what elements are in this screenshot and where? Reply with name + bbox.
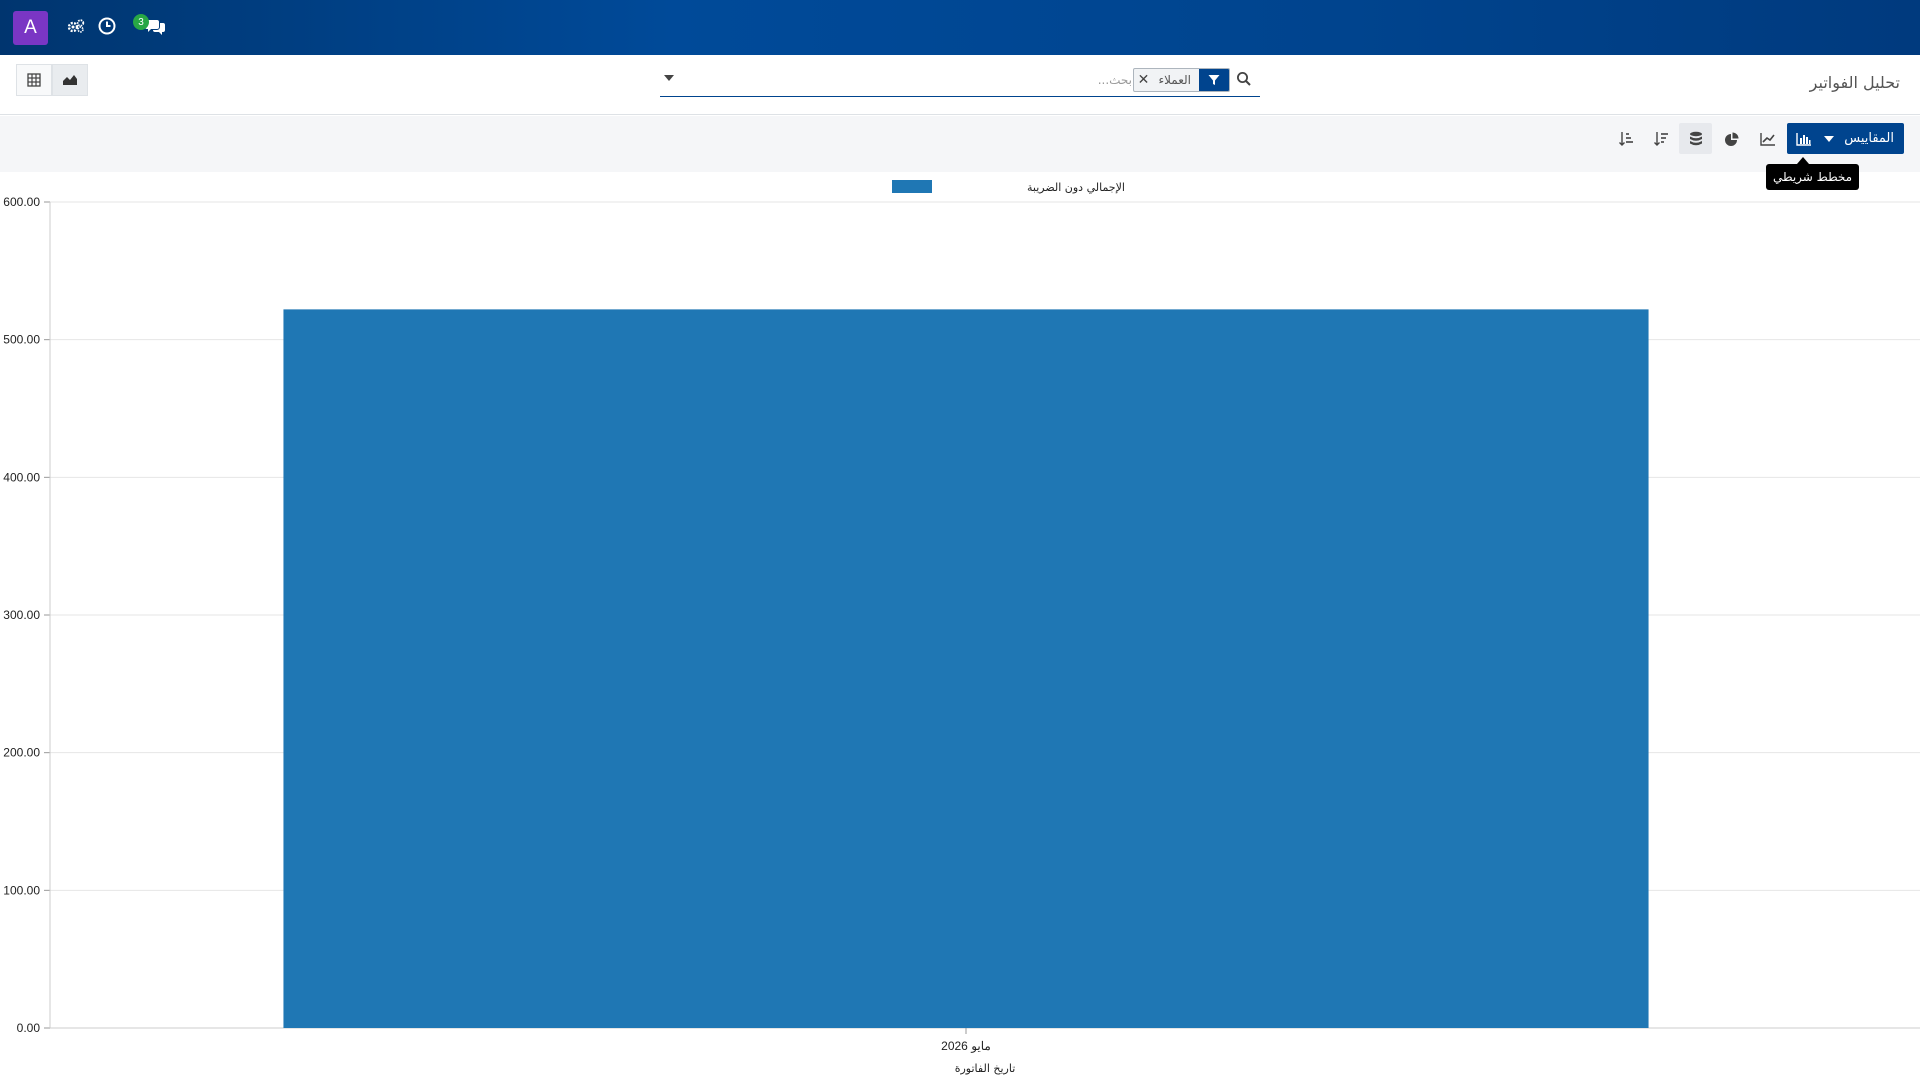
debug-gears-icon[interactable]	[64, 14, 88, 38]
graph-toolbar: المقاييس	[0, 116, 1920, 172]
search-icon[interactable]	[1236, 71, 1254, 89]
line-chart-mode-button[interactable]	[1751, 123, 1784, 154]
facet-value: العملاء	[1158, 73, 1191, 87]
y-tick-label: 200.00	[3, 746, 40, 760]
measures-dropdown-button[interactable]: المقاييس	[1814, 123, 1904, 154]
control-panel: ✕ العملاء تحليل الفواتير	[0, 55, 1920, 115]
y-tick-label: 400.00	[3, 470, 40, 484]
filter-icon	[1199, 69, 1229, 91]
chart-area: 0.00 100.00 200.00 300.00 400.00 500.00 600.00…	[0, 172, 1920, 1080]
sort-ascending-button[interactable]	[1609, 123, 1642, 154]
clock-icon-svg	[98, 17, 116, 35]
database-stack-icon	[1689, 131, 1702, 145]
y-tick-label: 0.00	[17, 1021, 41, 1035]
bar-chart-mode-button[interactable]	[1787, 123, 1820, 154]
line-chart-icon	[1759, 132, 1775, 146]
search-options-toggle-icon[interactable]	[664, 75, 674, 81]
search-facet-filter[interactable]: ✕ العملاء	[1133, 68, 1230, 92]
pie-chart-mode-button[interactable]	[1715, 123, 1748, 154]
funnel-svg	[1208, 75, 1220, 85]
measures-label: المقاييس	[1844, 131, 1894, 146]
sort-ascending-icon	[1618, 131, 1633, 146]
pivot-view-button[interactable]	[16, 64, 52, 96]
sort-descending-button[interactable]	[1644, 123, 1677, 154]
facet-remove-icon[interactable]: ✕	[1134, 69, 1152, 91]
table-icon	[27, 73, 41, 87]
messages-count-badge: 3	[133, 14, 149, 30]
user-avatar[interactable]: A	[13, 11, 48, 45]
legend-swatch	[892, 180, 932, 193]
bar-chart-icon	[1795, 132, 1811, 146]
chevron-down-icon	[1824, 135, 1835, 142]
bar	[283, 309, 1649, 1028]
y-tick-label: 100.00	[3, 883, 40, 897]
pie-chart-icon	[1724, 132, 1738, 146]
activity-clock-icon[interactable]	[95, 14, 119, 38]
legend-label: الإجمالي دون الضريبة	[1027, 181, 1125, 194]
area-chart-icon	[63, 75, 77, 85]
y-tick-label: 300.00	[3, 608, 40, 622]
search-input[interactable]	[852, 70, 1132, 90]
y-tick-label: 600.00	[3, 195, 40, 209]
top-navbar: A 3	[0, 0, 1920, 55]
bar-chart-tooltip: مخطط شريطي	[1766, 164, 1860, 190]
page-title: تحليل الفواتير	[1809, 73, 1900, 92]
gears-icon-svg	[67, 19, 85, 33]
x-axis-title: تاريخ الفاتورة	[955, 1062, 1016, 1075]
stacked-toggle-button[interactable]	[1679, 123, 1712, 154]
graph-view-button[interactable]	[52, 64, 88, 96]
tooltip-arrow	[1797, 157, 1809, 164]
sort-descending-icon	[1653, 131, 1668, 146]
magnifier-svg	[1237, 72, 1251, 86]
y-tick-label: 500.00	[3, 333, 40, 347]
x-tick-label: مايو 2026	[941, 1039, 991, 1053]
bar-chart: 0.00 100.00 200.00 300.00 400.00 500.00 600.00…	[3, 180, 1920, 1075]
search-bar: ✕ العملاء	[660, 65, 1260, 97]
